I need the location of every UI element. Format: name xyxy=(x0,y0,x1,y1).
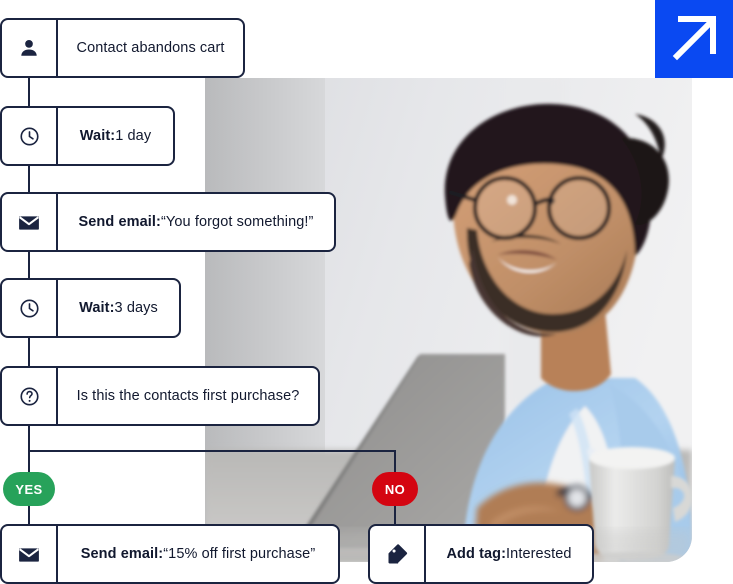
workflow-node-add-tag[interactable]: Add tag: Interested xyxy=(368,524,594,584)
clock-icon xyxy=(2,108,58,164)
label-regular: Is this the contacts first purchase? xyxy=(76,388,300,404)
tag-icon xyxy=(370,526,426,582)
workflow-node-wait-2-label: Wait: 3 days xyxy=(58,280,179,336)
workflow-node-trigger-label: Contact abandons cart xyxy=(58,20,243,76)
label-bold: Wait: xyxy=(79,300,115,316)
connector-email1-to-wait2 xyxy=(28,252,30,278)
workflow-node-wait-1-label: Wait: 1 day xyxy=(58,108,173,164)
label-regular: Interested xyxy=(506,546,572,562)
person-icon xyxy=(2,20,58,76)
branch-badge-yes-label: YES xyxy=(15,481,43,497)
brand-logo xyxy=(655,0,733,78)
connector-wait2-to-condition xyxy=(28,338,30,366)
hero-photo xyxy=(205,78,692,562)
workflow-node-add-tag-label: Add tag: Interested xyxy=(426,526,592,582)
clock-icon xyxy=(2,280,58,336)
branch-badge-no-label: NO xyxy=(384,481,406,497)
workflow-illustration: Contact abandons cart Wait: 1 day Send e… xyxy=(0,0,733,584)
branch-badge-no[interactable]: NO xyxy=(372,472,418,506)
connector-wait1-to-email1 xyxy=(28,166,30,192)
photo-artwork xyxy=(205,78,692,562)
label-regular: Contact abandons cart xyxy=(76,40,225,56)
branch-badge-yes[interactable]: YES xyxy=(3,472,55,506)
label-regular: 1 day xyxy=(115,128,152,144)
workflow-node-email-2-label: Send email: “15% off first purchase” xyxy=(58,526,338,582)
label-regular: 3 days xyxy=(114,300,158,316)
workflow-node-trigger[interactable]: Contact abandons cart xyxy=(0,18,245,78)
label-bold: Send email: xyxy=(78,214,161,230)
workflow-node-email-2[interactable]: Send email: “15% off first purchase” xyxy=(0,524,340,584)
label-regular: “15% off first purchase” xyxy=(163,546,316,562)
arrow-up-right-icon xyxy=(655,0,733,78)
label-regular: “You forgot something!” xyxy=(161,214,314,230)
label-bold: Wait: xyxy=(79,128,116,144)
question-mark-icon xyxy=(2,368,58,424)
workflow-node-email-1-label: Send email: “You forgot something!” xyxy=(58,194,334,250)
envelope-icon xyxy=(2,526,58,582)
workflow-node-wait-2[interactable]: Wait: 3 days xyxy=(0,278,181,338)
connector-trigger-to-wait1 xyxy=(28,78,30,106)
workflow-node-condition[interactable]: Is this the contacts first purchase? xyxy=(0,366,320,426)
workflow-node-email-1[interactable]: Send email: “You forgot something!” xyxy=(0,192,336,252)
label-bold: Add tag: xyxy=(446,546,507,562)
workflow-node-condition-label: Is this the contacts first purchase? xyxy=(58,368,318,424)
envelope-icon xyxy=(2,194,58,250)
workflow-node-wait-1[interactable]: Wait: 1 day xyxy=(0,106,175,166)
connector-branch-horizontal xyxy=(28,450,396,452)
label-bold: Send email: xyxy=(80,546,164,562)
